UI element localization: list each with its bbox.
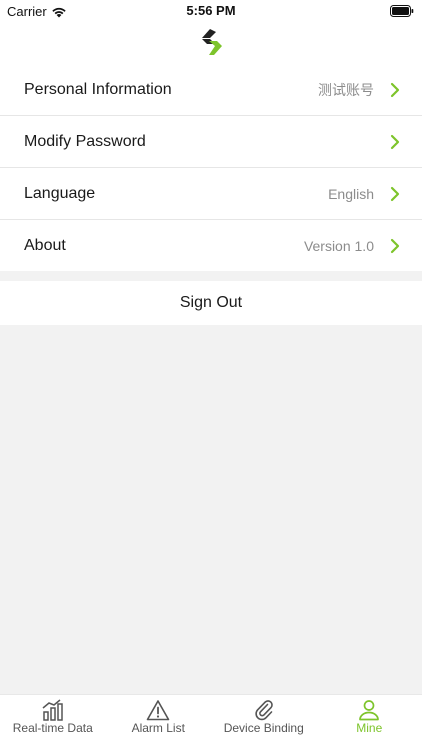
about-row[interactable]: About Version 1.0 <box>0 220 422 271</box>
tab-real-time-data[interactable]: Real-time Data <box>0 695 106 750</box>
tab-label: Mine <box>356 721 383 735</box>
tab-alarm-list[interactable]: Alarm List <box>106 695 212 750</box>
row-label: Language <box>24 184 96 202</box>
row-label: Personal Information <box>24 80 172 98</box>
account-name-value: 测试账号 <box>318 81 374 98</box>
row-label: About <box>24 236 66 254</box>
tab-bar: Real-time Data Alarm List Device Binding… <box>0 694 422 750</box>
chevron-right-icon <box>390 134 400 149</box>
tab-mine[interactable]: Mine <box>317 695 422 750</box>
tab-label: Real-time Data <box>12 721 93 735</box>
chevron-right-icon <box>390 238 400 253</box>
chevron-right-icon <box>390 82 400 97</box>
tab-label: Device Binding <box>223 721 304 735</box>
status-time: 5:56 PM <box>186 3 236 18</box>
mine-screen: Carrier 5:56 PM Personal Information 测试账… <box>0 0 422 750</box>
bar-chart-icon <box>42 699 63 721</box>
personal-information-row[interactable]: Personal Information 测试账号 <box>0 64 422 116</box>
modify-password-row[interactable]: Modify Password <box>0 116 422 168</box>
settings-list: Personal Information 测试账号 Modify Passwor… <box>0 64 422 271</box>
warning-triangle-icon <box>146 700 170 721</box>
language-row[interactable]: Language English <box>0 168 422 220</box>
row-label: Modify Password <box>24 132 146 150</box>
language-value: English <box>328 185 374 202</box>
nav-header <box>0 22 422 64</box>
chevron-right-icon <box>390 186 400 201</box>
version-value: Version 1.0 <box>303 237 374 254</box>
sign-out-label: Sign Out <box>179 294 243 311</box>
status-bar: Carrier 5:56 PM <box>0 0 422 22</box>
tab-device-binding[interactable]: Device Binding <box>211 695 317 750</box>
paperclip-icon <box>255 700 273 721</box>
battery-icon <box>390 5 414 17</box>
sign-out-button[interactable]: Sign Out <box>0 281 422 325</box>
person-icon <box>359 700 380 721</box>
tab-label: Alarm List <box>131 721 185 735</box>
brand-logo-icon <box>202 29 222 55</box>
